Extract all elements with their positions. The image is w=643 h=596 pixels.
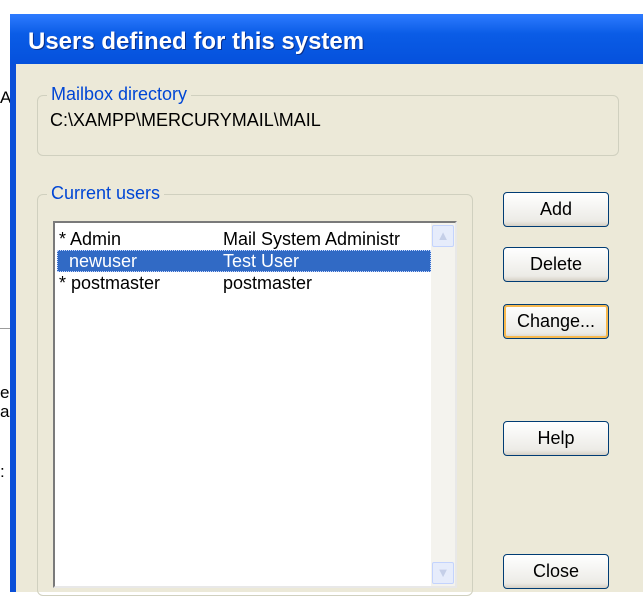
mailbox-directory-legend: Mailbox directory (47, 84, 192, 105)
help-button[interactable]: Help (503, 421, 609, 456)
chevron-down-icon: ▼ (436, 565, 450, 580)
background-fragment: A (0, 88, 10, 107)
dialog-title: Users defined for this system (28, 28, 365, 55)
user-list[interactable]: * Admin Mail System Administr newuser Te… (53, 221, 457, 588)
background-fragment: : (0, 462, 5, 481)
scroll-down-button[interactable]: ▼ (432, 562, 454, 584)
user-full-name: Mail System Administr (223, 229, 401, 249)
vertical-scrollbar[interactable]: ▲ ▼ (431, 223, 455, 586)
add-button[interactable]: Add (503, 192, 609, 227)
delete-button[interactable]: Delete (503, 247, 609, 282)
current-users-legend: Current users (47, 183, 165, 204)
dialog-client-area: Mailbox directory C:\XAMPP\MERCURYMAIL\M… (16, 64, 643, 596)
background-window: A e a : (0, 0, 10, 592)
scroll-up-button[interactable]: ▲ (432, 225, 454, 247)
background-fragment: a (0, 402, 10, 421)
user-name: * Admin (59, 229, 122, 249)
user-row-postmaster[interactable]: * postmaster postmaster (57, 272, 431, 294)
close-button[interactable]: Close (503, 554, 609, 589)
user-name: newuser (59, 251, 138, 271)
user-row-admin[interactable]: * Admin Mail System Administr (57, 228, 431, 250)
user-row-newuser[interactable]: newuser Test User (57, 250, 431, 272)
chevron-up-icon: ▲ (436, 228, 450, 243)
user-full-name: Test User (223, 251, 300, 271)
title-bar[interactable]: Users defined for this system (10, 14, 643, 64)
mailbox-path-value: C:\XAMPP\MERCURYMAIL\MAIL (50, 110, 321, 130)
user-name: * postmaster (59, 273, 161, 293)
users-dialog: Users defined for this system Mailbox di… (10, 14, 643, 596)
background-fragment: e (0, 383, 10, 402)
background-divider (0, 328, 10, 329)
mailbox-directory-group: Mailbox directory C:\XAMPP\MERCURYMAIL\M… (37, 84, 619, 156)
user-full-name: postmaster (223, 273, 313, 293)
current-users-group: Current users * Admin Mail System Admini… (37, 183, 473, 596)
change-button[interactable]: Change... (503, 304, 609, 339)
